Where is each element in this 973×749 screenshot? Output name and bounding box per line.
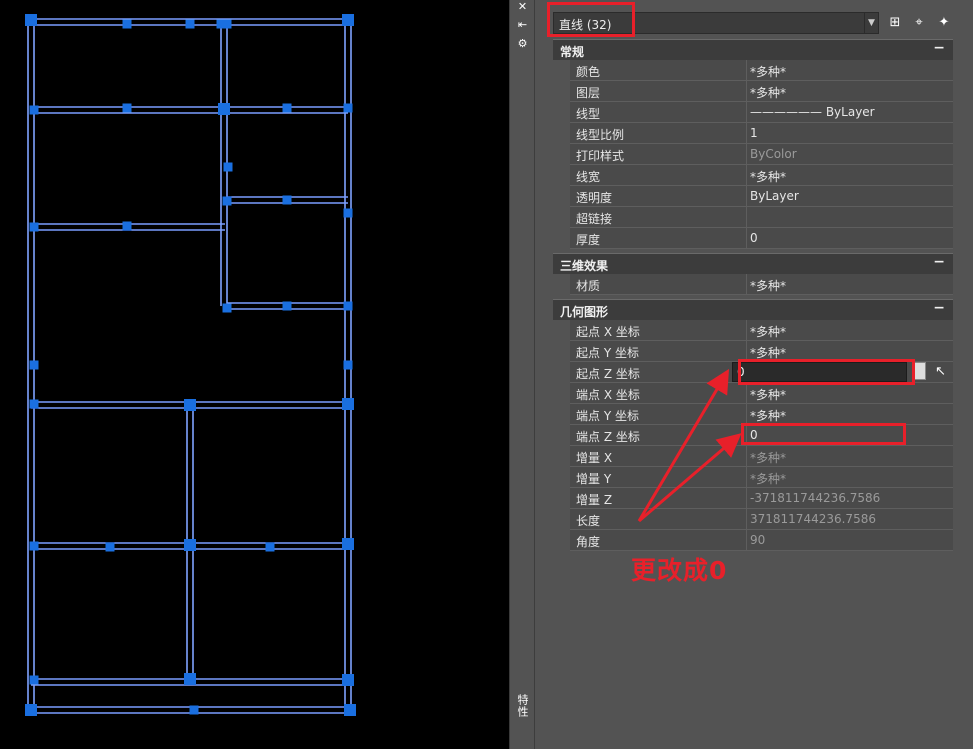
grip[interactable] — [25, 14, 37, 26]
grip[interactable] — [29, 399, 39, 409]
palette-title-strip[interactable]: ✕ ⇤ ⚙ 特性 — [509, 0, 534, 749]
drawing-canvas[interactable] — [0, 0, 509, 749]
grip[interactable] — [122, 103, 132, 113]
grip[interactable] — [25, 704, 37, 716]
grip[interactable] — [184, 673, 196, 685]
grip[interactable] — [184, 539, 196, 551]
grip[interactable] — [343, 301, 353, 311]
grip[interactable] — [189, 705, 199, 715]
grip[interactable] — [105, 542, 115, 552]
grip[interactable] — [342, 398, 354, 410]
annotation-text: 更改成0 — [631, 556, 728, 585]
grip[interactable] — [282, 195, 292, 205]
grip[interactable] — [222, 19, 232, 29]
properties-panel: 直线 (32) ▼ ⊞ ⌖ ✦ 常规 − 颜色 *多种* 图层 *多种* 线型 —————— … — [534, 0, 973, 749]
grip[interactable] — [343, 360, 353, 370]
grip[interactable] — [343, 103, 353, 113]
autohide-icon[interactable]: ⇤ — [510, 18, 535, 32]
grip[interactable] — [122, 221, 132, 231]
grip[interactable] — [282, 103, 292, 113]
annotation-arrows — [637, 368, 742, 523]
grip[interactable] — [223, 162, 233, 172]
grip[interactable] — [342, 538, 354, 550]
grip[interactable] — [29, 360, 39, 370]
grip[interactable] — [29, 105, 39, 115]
settings-icon[interactable]: ⚙ — [510, 37, 535, 51]
grip[interactable] — [342, 674, 354, 686]
grip[interactable] — [282, 301, 292, 311]
grip[interactable] — [222, 303, 232, 313]
grip[interactable] — [342, 14, 354, 26]
grip[interactable] — [122, 19, 132, 29]
grip[interactable] — [29, 541, 39, 551]
floor-plan-drawing[interactable] — [0, 0, 509, 749]
close-icon[interactable]: ✕ — [510, 0, 535, 14]
grip[interactable] — [184, 399, 196, 411]
grip[interactable] — [222, 196, 232, 206]
grip[interactable] — [344, 704, 356, 716]
grip[interactable] — [29, 675, 39, 685]
grip[interactable] — [185, 19, 195, 29]
grip[interactable] — [218, 103, 230, 115]
grip[interactable] — [343, 208, 353, 218]
palette-title: 特性 — [516, 694, 529, 718]
grip[interactable] — [29, 222, 39, 232]
grip[interactable] — [265, 542, 275, 552]
